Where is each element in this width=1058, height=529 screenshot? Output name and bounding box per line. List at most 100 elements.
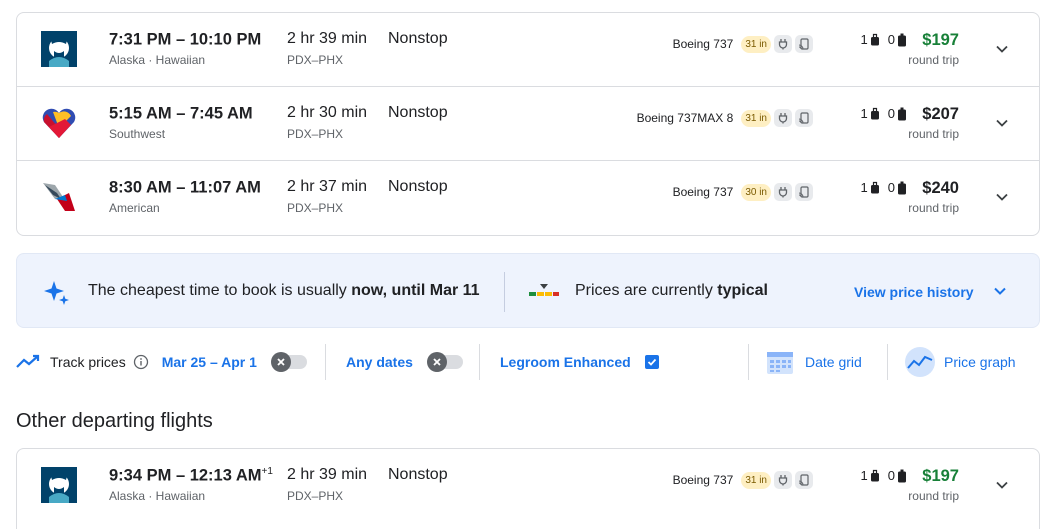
expand-button[interactable] bbox=[991, 112, 1013, 134]
carry-on-count: 1 bbox=[860, 180, 868, 195]
expand-button[interactable] bbox=[991, 186, 1013, 208]
streaming-icon bbox=[795, 183, 813, 201]
track-dates-toggle[interactable] bbox=[270, 352, 307, 372]
flight-row[interactable]: 9:34 PM – 12:13 AM+1 Alaska · Hawaiian 2… bbox=[17, 449, 1039, 523]
streaming-icon bbox=[795, 109, 813, 127]
baggage-info: 1 0 bbox=[861, 468, 913, 483]
flight-times: 5:15 AM – 7:45 AM bbox=[109, 104, 253, 123]
info-icon[interactable] bbox=[133, 354, 149, 370]
toolbar-divider bbox=[887, 344, 888, 380]
baggage-info: 1 0 bbox=[861, 180, 913, 195]
flight-stops: Nonstop bbox=[388, 104, 448, 121]
airline-name: Southwest bbox=[109, 127, 166, 141]
toolbar-divider bbox=[325, 344, 326, 380]
view-price-history-link[interactable]: View price history bbox=[854, 284, 974, 300]
flight-route: PDX–PHX bbox=[287, 127, 344, 141]
aircraft-type: Boeing 737 bbox=[672, 185, 734, 199]
flight-times: 9:34 PM – 12:13 AM+1 bbox=[109, 466, 273, 485]
checked-bag-count: 0 bbox=[887, 468, 895, 483]
amenities: Boeing 737 31 in bbox=[673, 471, 813, 489]
chevron-down-icon bbox=[996, 193, 1008, 201]
airline-name: American bbox=[109, 201, 160, 215]
southwest-logo bbox=[41, 105, 77, 141]
aircraft-type: Boeing 737MAX 8 bbox=[636, 111, 734, 125]
price-typical-text: Prices are currently typical bbox=[575, 282, 768, 299]
any-dates-toggle[interactable] bbox=[426, 352, 463, 372]
power-outlet-icon bbox=[774, 109, 792, 127]
flight-times: 7:31 PM – 10:10 PM bbox=[109, 30, 262, 49]
price-note: round trip bbox=[908, 127, 959, 141]
price-graph-icon bbox=[905, 347, 935, 377]
flight-stops: Nonstop bbox=[388, 30, 448, 47]
carry-on-bag-icon bbox=[870, 181, 879, 194]
carry-on-count: 1 bbox=[860, 468, 868, 483]
legroom-enhanced-label[interactable]: Legroom Enhanced bbox=[500, 354, 631, 370]
power-outlet-icon bbox=[774, 183, 792, 201]
checked-bag-count: 0 bbox=[887, 32, 895, 47]
calendar-grid-icon bbox=[767, 352, 793, 374]
legroom-badge: 31 in bbox=[741, 109, 771, 127]
flight-price: $197 bbox=[922, 467, 959, 485]
price-insights-banner: The cheapest time to book is usually now… bbox=[16, 253, 1040, 328]
track-prices-label: Track prices bbox=[50, 354, 126, 370]
check-icon bbox=[647, 358, 656, 366]
price-note: round trip bbox=[908, 201, 959, 215]
other-flights-heading: Other departing flights bbox=[16, 410, 213, 432]
power-outlet-icon bbox=[774, 35, 792, 53]
legroom-checkbox[interactable] bbox=[644, 355, 659, 369]
airline-name: Alaska · Hawaiian bbox=[109, 53, 206, 67]
flight-times: 8:30 AM – 11:07 AM bbox=[109, 178, 261, 197]
amenities: Boeing 737 31 in bbox=[673, 35, 813, 53]
toolbar-divider bbox=[479, 344, 480, 380]
expand-button[interactable] bbox=[991, 38, 1013, 60]
flight-row[interactable]: 8:30 AM – 11:07 AM American 2 hr 37 min … bbox=[17, 161, 1039, 235]
filter-toolbar: Track prices Mar 25 – Apr 1 Any dates Le… bbox=[16, 342, 1040, 382]
flight-price: $240 bbox=[922, 179, 959, 197]
flight-duration: 2 hr 30 min bbox=[287, 104, 368, 121]
carry-on-bag-icon bbox=[870, 33, 879, 46]
close-icon bbox=[270, 352, 291, 372]
baggage-info: 1 0 bbox=[861, 32, 913, 47]
date-grid-label: Date grid bbox=[805, 354, 862, 370]
amenities: Boeing 737 30 in bbox=[673, 183, 813, 201]
carry-on-count: 1 bbox=[860, 106, 868, 121]
any-dates-group: Any dates bbox=[346, 342, 463, 382]
flight-stops: Nonstop bbox=[388, 178, 448, 195]
checked-bag-icon bbox=[898, 107, 906, 120]
streaming-icon bbox=[795, 471, 813, 489]
flight-row[interactable]: 7:31 PM – 10:10 PM Alaska · Hawaiian 2 h… bbox=[17, 13, 1039, 87]
other-flights-list: 9:34 PM – 12:13 AM+1 Alaska · Hawaiian 2… bbox=[16, 448, 1040, 529]
flight-stops: Nonstop bbox=[388, 466, 448, 483]
legroom-badge: 31 in bbox=[741, 471, 771, 489]
legroom-badge: 30 in bbox=[741, 183, 771, 201]
carry-on-count: 1 bbox=[860, 32, 868, 47]
flight-route: PDX–PHX bbox=[287, 53, 344, 67]
legroom-badge: 31 in bbox=[741, 35, 771, 53]
flight-price: $197 bbox=[922, 31, 959, 49]
flight-duration: 2 hr 39 min bbox=[287, 466, 368, 483]
carry-on-bag-icon bbox=[870, 107, 879, 120]
date-grid-button[interactable]: Date grid bbox=[766, 342, 862, 382]
chevron-down-icon bbox=[996, 119, 1008, 127]
price-graph-button[interactable]: Price graph bbox=[904, 342, 1016, 382]
expand-button[interactable] bbox=[991, 474, 1013, 496]
flight-duration: 2 hr 39 min bbox=[287, 30, 368, 47]
flight-route: PDX–PHX bbox=[287, 201, 344, 215]
close-icon bbox=[426, 352, 447, 372]
chevron-down-icon bbox=[996, 45, 1008, 53]
amenities: Boeing 737MAX 8 31 in bbox=[637, 109, 813, 127]
trending-icon bbox=[16, 354, 40, 368]
any-dates-link[interactable]: Any dates bbox=[346, 354, 413, 370]
carry-on-bag-icon bbox=[870, 469, 879, 482]
checked-bag-icon bbox=[898, 181, 906, 194]
checked-bag-count: 0 bbox=[887, 180, 895, 195]
chevron-down-icon bbox=[996, 481, 1008, 489]
checked-bag-count: 0 bbox=[887, 106, 895, 121]
flight-price: $207 bbox=[922, 105, 959, 123]
date-range-link[interactable]: Mar 25 – Apr 1 bbox=[162, 354, 257, 370]
track-prices-group: Track prices Mar 25 – Apr 1 bbox=[16, 342, 307, 382]
aircraft-type: Boeing 737 bbox=[672, 473, 734, 487]
flight-row[interactable]: 5:15 AM – 7:45 AM Southwest 2 hr 30 min … bbox=[17, 87, 1039, 161]
flight-route: PDX–PHX bbox=[287, 489, 344, 503]
chevron-down-icon[interactable] bbox=[990, 281, 1010, 301]
